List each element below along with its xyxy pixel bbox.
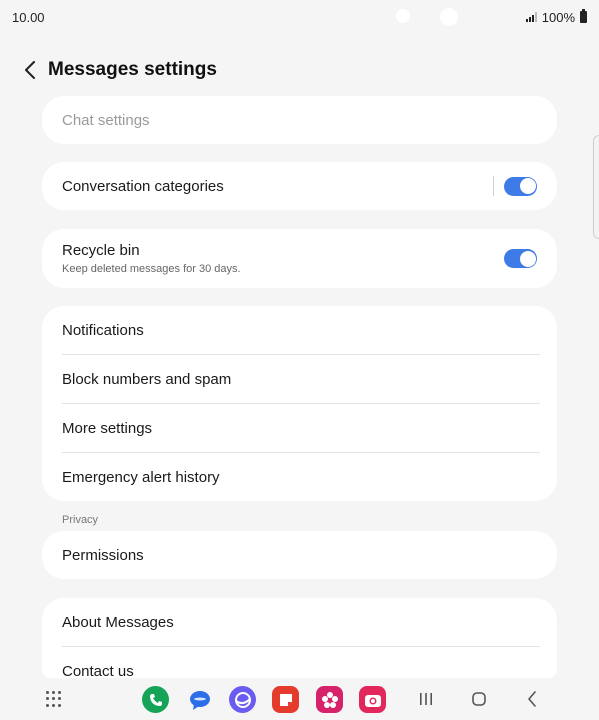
chevron-left-icon [528,691,536,707]
menu-item-more-settings[interactable]: More settings [42,404,557,452]
recent-apps-button[interactable] [414,688,438,710]
back-nav-button[interactable] [520,688,544,710]
menu-item-about-messages[interactable]: About Messages [42,598,557,646]
menu-item-notifications[interactable]: Notifications [42,306,557,354]
menu-item-block-numbers[interactable]: Block numbers and spam [42,355,557,403]
menu-item-label: Block numbers and spam [62,370,232,388]
camera-cutout [440,8,458,26]
notes-icon[interactable] [272,686,299,713]
recent-apps-icon [420,693,432,705]
conversation-categories-label: Conversation categories [62,177,224,195]
menu-item-label: Permissions [62,546,144,564]
menu-item-emergency-alert-history[interactable]: Emergency alert history [42,453,557,501]
page-title: Messages settings [48,59,217,80]
chat-settings-label: Chat settings [62,111,150,129]
recycle-bin-label: Recycle bin [62,242,140,259]
battery-icon [580,9,587,23]
conversation-categories-card: Conversation categories [42,162,557,210]
status-right: 100% [525,9,587,25]
camera-cutout [396,9,410,23]
messages-icon[interactable] [186,686,213,713]
back-button[interactable] [10,52,50,88]
status-bar: 10.00 100% [0,0,599,34]
apps-grid-icon[interactable] [46,691,62,707]
menu-item-label: Notifications [62,321,144,339]
edge-panel-handle[interactable] [593,135,599,239]
signal-icon [525,12,537,22]
internet-icon[interactable] [229,686,256,713]
conversation-categories-toggle[interactable] [504,176,537,196]
divider [493,176,494,196]
home-icon [472,692,486,706]
chat-settings-item[interactable]: Chat settings [42,96,557,144]
recycle-bin-card: Recycle bin Keep deleted messages for 30… [42,229,557,288]
privacy-section-label: Privacy [62,514,99,526]
phone-icon[interactable] [142,686,169,713]
home-button[interactable] [467,688,491,710]
menu-item-contact-us[interactable]: Contact us [42,647,557,679]
chat-settings-card: Chat settings [42,96,557,144]
app-header: Messages settings [0,52,599,88]
menu-item-label: More settings [62,419,153,437]
navigation-bar [0,680,599,720]
menu-item-label: Emergency alert history [62,468,220,486]
menu-item-permissions[interactable]: Permissions [42,531,557,579]
recycle-bin-description: Keep deleted messages for 30 days. [62,263,241,275]
chevron-left-icon [25,61,35,79]
menu-item-label: Contact us [62,662,134,679]
gallery-icon[interactable] [316,686,343,713]
menu-item-label: About Messages [62,613,174,631]
conversation-categories-item[interactable]: Conversation categories [42,162,557,210]
camera-icon[interactable] [359,686,386,713]
recycle-bin-item[interactable]: Recycle bin Keep deleted messages for 30… [42,229,557,288]
privacy-card: Permissions [42,531,557,579]
recycle-bin-text: Recycle bin Keep deleted messages for 30… [62,242,241,275]
status-time: 10.00 [12,9,45,25]
toggle-area [493,176,537,196]
about-card: About Messages Contact us [42,598,557,678]
battery-percent: 100% [541,9,575,25]
settings-menu-card: Notifications Block numbers and spam Mor… [42,306,557,501]
recycle-bin-toggle[interactable] [504,249,537,268]
